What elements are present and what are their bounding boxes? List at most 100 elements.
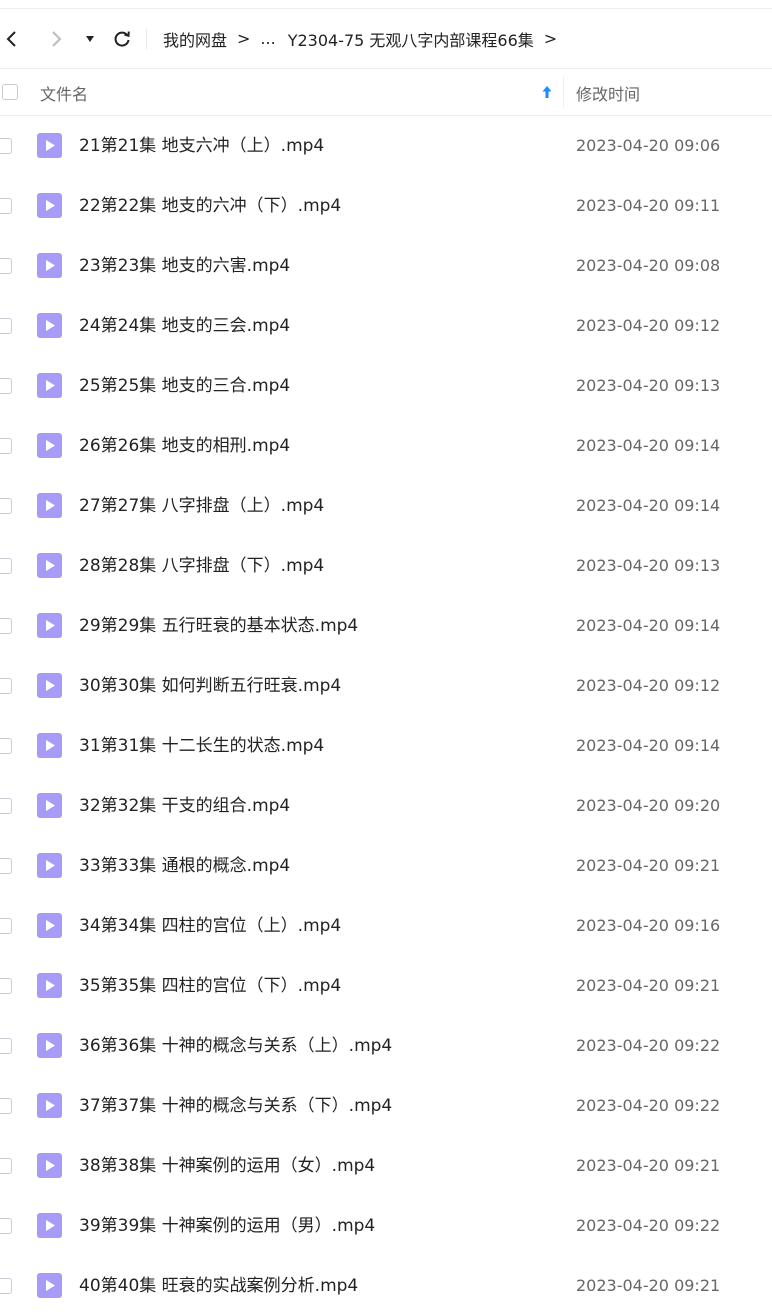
file-modified-time: 2023-04-20 09:21 — [576, 1276, 721, 1295]
row-checkbox[interactable] — [0, 1218, 12, 1234]
row-checkbox[interactable] — [0, 438, 12, 454]
file-name[interactable]: 34第34集 四柱的宫位（上）.mp4 — [79, 896, 341, 956]
video-file-icon — [37, 793, 62, 818]
file-name[interactable]: 29第29集 五行旺衰的基本状态.mp4 — [79, 596, 358, 656]
file-name[interactable]: 22第22集 地支的六冲（下）.mp4 — [79, 176, 341, 236]
row-checkbox[interactable] — [0, 678, 12, 694]
file-row[interactable]: 32第32集 干支的组合.mp4 2023-04-20 09:20 — [0, 776, 772, 836]
file-name[interactable]: 21第21集 地支六冲（上）.mp4 — [79, 116, 324, 176]
row-checkbox[interactable] — [0, 978, 12, 994]
row-checkbox[interactable] — [0, 918, 12, 934]
arrow-up-icon[interactable] — [541, 84, 553, 100]
row-checkbox[interactable] — [0, 858, 12, 874]
file-name[interactable]: 28第28集 八字排盘（下）.mp4 — [79, 536, 324, 596]
row-checkbox[interactable] — [0, 378, 12, 394]
row-checkbox[interactable] — [0, 318, 12, 334]
row-checkbox[interactable] — [0, 138, 12, 154]
video-file-icon — [37, 373, 62, 398]
file-row[interactable]: 21第21集 地支六冲（上）.mp4 2023-04-20 09:06 — [0, 116, 772, 176]
video-file-icon — [37, 853, 62, 878]
file-row[interactable]: 30第30集 如何判断五行旺衰.mp4 2023-04-20 09:12 — [0, 656, 772, 716]
file-modified-time: 2023-04-20 09:16 — [576, 916, 721, 935]
file-name[interactable]: 37第37集 十神的概念与关系（下）.mp4 — [79, 1076, 392, 1136]
file-row[interactable]: 23第23集 地支的六害.mp4 2023-04-20 09:08 — [0, 236, 772, 296]
file-row[interactable]: 38第38集 十神案例的运用（女）.mp4 2023-04-20 09:21 — [0, 1136, 772, 1196]
file-row[interactable]: 28第28集 八字排盘（下）.mp4 2023-04-20 09:13 — [0, 536, 772, 596]
file-modified-time: 2023-04-20 09:14 — [576, 496, 721, 515]
file-modified-time: 2023-04-20 09:11 — [576, 196, 721, 215]
video-file-icon — [37, 193, 62, 218]
file-name[interactable]: 38第38集 十神案例的运用（女）.mp4 — [79, 1136, 375, 1196]
file-row[interactable]: 37第37集 十神的概念与关系（下）.mp4 2023-04-20 09:22 — [0, 1076, 772, 1136]
row-checkbox[interactable] — [0, 258, 12, 274]
row-checkbox[interactable] — [0, 1278, 12, 1294]
file-name[interactable]: 40第40集 旺衰的实战案例分析.mp4 — [79, 1256, 358, 1316]
row-checkbox[interactable] — [0, 1038, 12, 1054]
file-row[interactable]: 33第33集 通根的概念.mp4 2023-04-20 09:21 — [0, 836, 772, 896]
file-row[interactable]: 35第35集 四柱的宫位（下）.mp4 2023-04-20 09:21 — [0, 956, 772, 1016]
file-modified-time: 2023-04-20 09:08 — [576, 256, 721, 275]
file-name[interactable]: 36第36集 十神的概念与关系（上）.mp4 — [79, 1016, 392, 1076]
file-name[interactable]: 30第30集 如何判断五行旺衰.mp4 — [79, 656, 341, 716]
file-row[interactable]: 31第31集 十二长生的状态.mp4 2023-04-20 09:14 — [0, 716, 772, 776]
file-row[interactable]: 39第39集 十神案例的运用（男）.mp4 2023-04-20 09:22 — [0, 1196, 772, 1256]
refresh-icon — [114, 31, 130, 47]
file-name[interactable]: 33第33集 通根的概念.mp4 — [79, 836, 290, 896]
video-file-icon — [37, 253, 62, 278]
forward-button[interactable] — [44, 27, 68, 51]
video-file-icon — [37, 133, 62, 158]
back-button[interactable] — [0, 27, 24, 51]
file-modified-time: 2023-04-20 09:22 — [576, 1096, 721, 1115]
file-name[interactable]: 39第39集 十神案例的运用（男）.mp4 — [79, 1196, 375, 1256]
row-checkbox[interactable] — [0, 498, 12, 514]
file-row[interactable]: 26第26集 地支的相刑.mp4 2023-04-20 09:14 — [0, 416, 772, 476]
file-row[interactable]: 25第25集 地支的三合.mp4 2023-04-20 09:13 — [0, 356, 772, 416]
breadcrumb-current[interactable]: Y2304-75 无观八字内部课程66集 — [288, 27, 534, 51]
row-checkbox[interactable] — [0, 798, 12, 814]
file-name[interactable]: 24第24集 地支的三会.mp4 — [79, 296, 290, 356]
top-edge — [0, 0, 772, 9]
file-name[interactable]: 32第32集 干支的组合.mp4 — [79, 776, 290, 836]
file-row[interactable]: 24第24集 地支的三会.mp4 2023-04-20 09:12 — [0, 296, 772, 356]
row-checkbox[interactable] — [0, 558, 12, 574]
breadcrumb-ellipsis[interactable]: ... — [260, 29, 275, 48]
column-header-name[interactable]: 文件名 — [40, 81, 88, 105]
file-row[interactable]: 40第40集 旺衰的实战案例分析.mp4 2023-04-20 09:21 — [0, 1256, 772, 1316]
file-row[interactable]: 36第36集 十神的概念与关系（上）.mp4 2023-04-20 09:22 — [0, 1016, 772, 1076]
video-file-icon — [37, 733, 62, 758]
file-modified-time: 2023-04-20 09:22 — [576, 1036, 721, 1055]
file-name[interactable]: 25第25集 地支的三合.mp4 — [79, 356, 290, 416]
file-name[interactable]: 35第35集 四柱的宫位（下）.mp4 — [79, 956, 341, 1016]
select-all-checkbox[interactable] — [2, 84, 18, 100]
breadcrumb-root[interactable]: 我的网盘 — [163, 27, 227, 51]
file-row[interactable]: 22第22集 地支的六冲（下）.mp4 2023-04-20 09:11 — [0, 176, 772, 236]
file-row[interactable]: 34第34集 四柱的宫位（上）.mp4 2023-04-20 09:16 — [0, 896, 772, 956]
row-checkbox[interactable] — [0, 738, 12, 754]
video-file-icon — [37, 913, 62, 938]
column-divider[interactable] — [563, 77, 564, 107]
video-file-icon — [37, 553, 62, 578]
row-checkbox[interactable] — [0, 1098, 12, 1114]
file-name[interactable]: 26第26集 地支的相刑.mp4 — [79, 416, 290, 476]
history-dropdown-button[interactable] — [78, 27, 102, 51]
file-modified-time: 2023-04-20 09:12 — [576, 316, 721, 335]
file-modified-time: 2023-04-20 09:13 — [576, 556, 721, 575]
file-name[interactable]: 27第27集 八字排盘（上）.mp4 — [79, 476, 324, 536]
file-name[interactable]: 31第31集 十二长生的状态.mp4 — [79, 716, 324, 776]
breadcrumb-separator: > — [237, 29, 251, 48]
file-row[interactable]: 27第27集 八字排盘（上）.mp4 2023-04-20 09:14 — [0, 476, 772, 536]
file-row[interactable]: 29第29集 五行旺衰的基本状态.mp4 2023-04-20 09:14 — [0, 596, 772, 656]
file-list-header: 文件名 修改时间 — [0, 69, 772, 116]
row-checkbox[interactable] — [0, 618, 12, 634]
video-file-icon — [37, 973, 62, 998]
row-checkbox[interactable] — [0, 1158, 12, 1174]
file-name[interactable]: 23第23集 地支的六害.mp4 — [79, 236, 290, 296]
video-file-icon — [37, 313, 62, 338]
refresh-button[interactable] — [110, 27, 134, 51]
video-file-icon — [37, 613, 62, 638]
file-modified-time: 2023-04-20 09:20 — [576, 796, 721, 815]
file-modified-time: 2023-04-20 09:14 — [576, 736, 721, 755]
column-header-modified[interactable]: 修改时间 — [576, 81, 640, 105]
row-checkbox[interactable] — [0, 198, 12, 214]
file-modified-time: 2023-04-20 09:06 — [576, 136, 721, 155]
